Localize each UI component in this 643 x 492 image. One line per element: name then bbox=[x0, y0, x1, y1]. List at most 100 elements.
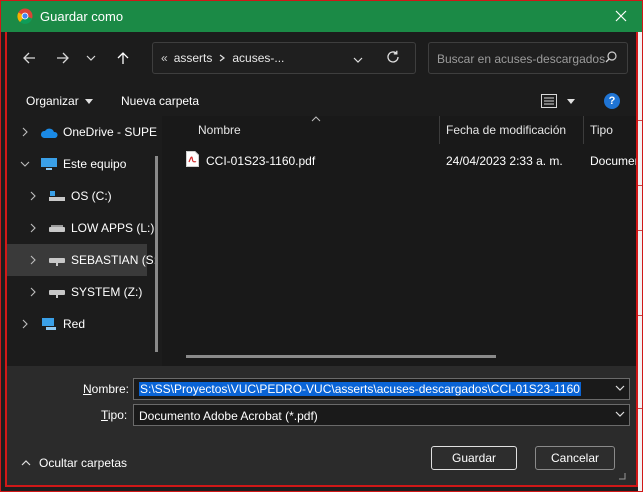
breadcrumb-item-asserts[interactable]: asserts bbox=[174, 51, 213, 65]
chevron-right-icon[interactable] bbox=[28, 287, 38, 297]
file-name: CCI-01S23-1160.pdf bbox=[206, 154, 316, 168]
search-box[interactable]: Buscar en acuses-descargados bbox=[428, 42, 628, 74]
chevron-right-icon[interactable] bbox=[28, 255, 38, 265]
file-type: Documen bbox=[590, 154, 636, 168]
file-type-select[interactable]: Documento Adobe Acrobat (*.pdf) bbox=[133, 404, 630, 426]
background-mark bbox=[638, 408, 643, 409]
caret-down-icon bbox=[84, 98, 93, 104]
cancel-button[interactable]: Cancelar bbox=[535, 446, 615, 470]
window-title: Guardar como bbox=[40, 8, 124, 24]
column-header-name[interactable]: Nombre bbox=[198, 116, 241, 144]
sidebar-item-os-c[interactable]: OS (C:) bbox=[7, 180, 147, 212]
resize-grip-icon[interactable] bbox=[616, 470, 626, 480]
save-button-label: Guardar bbox=[451, 451, 497, 465]
file-name-label-text: ombre: bbox=[91, 382, 130, 396]
chrome-icon bbox=[17, 8, 33, 24]
background-mark bbox=[638, 185, 643, 186]
file-type-label: Tipo: bbox=[101, 408, 127, 422]
breadcrumb-item-acuses[interactable]: acuses-... bbox=[232, 51, 284, 65]
chevron-right-icon[interactable] bbox=[20, 319, 30, 329]
arrow-left-icon bbox=[23, 52, 35, 64]
help-icon[interactable]: ? bbox=[604, 93, 620, 109]
column-header-date[interactable]: Fecha de modificación bbox=[446, 116, 566, 144]
column-header-label: Fecha de modificación bbox=[446, 123, 567, 137]
breadcrumb: « asserts acuses-... bbox=[161, 51, 284, 65]
background-mark bbox=[638, 315, 643, 316]
back-button[interactable] bbox=[15, 44, 43, 72]
sidebar-item-label: OS (C:) bbox=[71, 189, 112, 203]
sidebar-item-label: LOW APPS (L:) bbox=[71, 221, 155, 235]
chevron-right-icon[interactable] bbox=[20, 127, 30, 137]
background-mark bbox=[638, 230, 643, 231]
save-form: Nombre: S:\SS\Proyectos\VUC\PEDRO-VUC\as… bbox=[7, 366, 636, 486]
column-divider[interactable] bbox=[583, 116, 584, 144]
search-icon bbox=[605, 51, 617, 63]
column-header-label: Tipo bbox=[590, 123, 613, 137]
background-mark bbox=[638, 120, 643, 121]
pdf-file-icon bbox=[186, 151, 199, 167]
new-folder-button[interactable]: Nueva carpeta bbox=[121, 94, 199, 108]
chevron-right-icon bbox=[220, 54, 226, 62]
sidebar-item-label: SYSTEM (Z:) bbox=[71, 285, 143, 299]
recent-locations-button[interactable] bbox=[81, 44, 101, 72]
file-name-field[interactable]: S:\SS\Proyectos\VUC\PEDRO-VUC\asserts\ac… bbox=[133, 378, 630, 400]
title-bar: Guardar como bbox=[0, 0, 643, 32]
background-window-edge bbox=[638, 32, 643, 492]
sidebar-item-label: Este equipo bbox=[63, 157, 127, 171]
command-bar: Organizar Nueva carpeta ? bbox=[7, 86, 636, 116]
file-row[interactable]: CCI-01S23-1160.pdf 24/04/2023 2:33 a. m.… bbox=[180, 148, 636, 172]
file-name-label: Nombre: bbox=[83, 382, 129, 396]
forward-button[interactable] bbox=[49, 44, 77, 72]
save-button[interactable]: Guardar bbox=[431, 446, 517, 470]
chevron-right-icon[interactable] bbox=[28, 223, 38, 233]
computer-icon bbox=[41, 158, 57, 170]
column-header-label: Nombre bbox=[198, 123, 241, 137]
new-folder-label: Nueva carpeta bbox=[121, 94, 200, 108]
sidebar-item-label: OneDrive - SUPE bbox=[63, 125, 158, 139]
chevron-down-icon bbox=[86, 55, 96, 61]
file-name-value[interactable]: S:\SS\Proyectos\VUC\PEDRO-VUC\asserts\ac… bbox=[139, 382, 581, 396]
caret-down-icon bbox=[567, 98, 575, 104]
hide-folders-label: Ocultar carpetas bbox=[39, 456, 128, 470]
up-button[interactable] bbox=[109, 44, 137, 72]
address-dropdown-button[interactable] bbox=[353, 52, 363, 66]
chevron-down-icon[interactable] bbox=[615, 411, 625, 417]
access-key: T bbox=[101, 408, 108, 422]
close-icon bbox=[615, 10, 627, 22]
sidebar-item-label: SEBASTIAN (S: bbox=[71, 253, 158, 267]
network-drive-icon bbox=[49, 258, 65, 266]
network-icon bbox=[42, 318, 56, 330]
chevron-right-icon[interactable] bbox=[28, 191, 38, 201]
file-list: Nombre Fecha de modificación Tipo CCI-01… bbox=[162, 116, 636, 366]
close-button[interactable] bbox=[609, 4, 633, 28]
hide-folders-button[interactable]: Ocultar carpetas bbox=[21, 456, 127, 470]
refresh-button[interactable] bbox=[386, 50, 404, 68]
chevron-down-icon[interactable] bbox=[615, 385, 625, 391]
organize-label: Organizar bbox=[26, 94, 79, 108]
file-type-label-text: ipo: bbox=[107, 408, 128, 422]
chevron-down-icon bbox=[353, 57, 363, 63]
chevron-down-icon[interactable] bbox=[20, 159, 30, 169]
chevron-up-icon bbox=[21, 460, 31, 466]
sidebar-item-onedrive[interactable]: OneDrive - SUPE bbox=[7, 116, 157, 148]
address-bar[interactable]: « asserts acuses-... bbox=[152, 42, 416, 74]
sidebar-item-low-apps[interactable]: LOW APPS (L:) bbox=[7, 212, 154, 244]
organize-button[interactable]: Organizar bbox=[26, 94, 93, 108]
sidebar-scrollbar[interactable] bbox=[155, 156, 158, 352]
network-drive-icon bbox=[49, 290, 65, 298]
sidebar-item-sebastian[interactable]: SEBASTIAN (S: bbox=[7, 244, 157, 276]
horizontal-scrollbar[interactable] bbox=[186, 355, 496, 358]
view-list-icon bbox=[541, 94, 557, 108]
column-header-type[interactable]: Tipo bbox=[590, 116, 613, 144]
sidebar-item-system-z[interactable]: SYSTEM (Z:) bbox=[7, 276, 147, 308]
view-options-button[interactable] bbox=[541, 94, 575, 108]
navigation-bar: « asserts acuses-... Buscar en acuses-de… bbox=[7, 32, 636, 86]
sort-ascending-icon bbox=[311, 116, 321, 122]
file-date: 24/04/2023 2:33 a. m. bbox=[446, 154, 563, 168]
window-edge-left bbox=[0, 32, 5, 492]
sidebar-item-network[interactable]: Red bbox=[7, 308, 147, 340]
search-input[interactable]: Buscar en acuses-descargados bbox=[437, 52, 605, 66]
column-divider[interactable] bbox=[439, 116, 440, 144]
breadcrumb-overflow[interactable]: « bbox=[161, 51, 168, 65]
sidebar-item-this-pc[interactable]: Este equipo bbox=[7, 148, 147, 180]
